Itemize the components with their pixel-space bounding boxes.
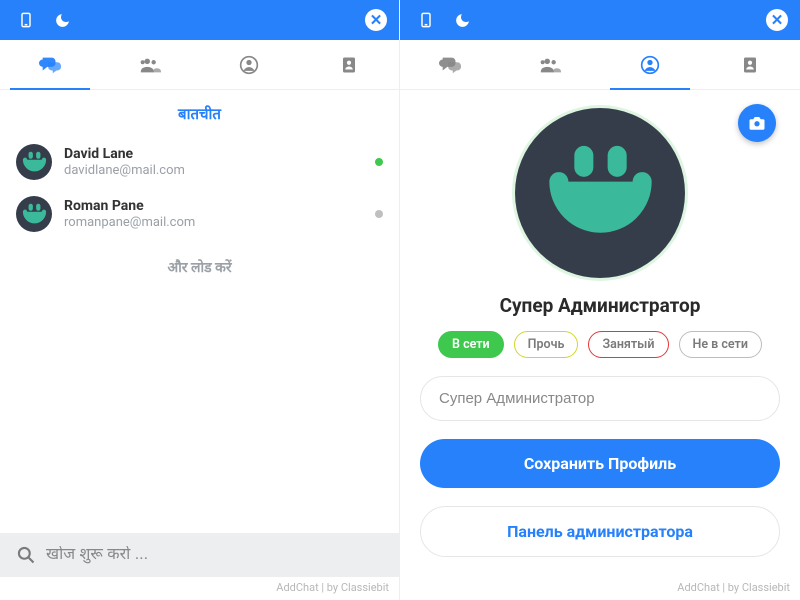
close-icon[interactable]: ✕ — [365, 9, 387, 31]
status-dot — [375, 158, 383, 166]
profile-name: Супер Администратор — [500, 294, 701, 317]
contact-name: Roman Pane — [64, 198, 367, 214]
status-busy[interactable]: Занятый — [588, 331, 668, 358]
contact-name: David Lane — [64, 146, 367, 162]
contacts-tab[interactable] — [299, 40, 399, 89]
groups-tab[interactable] — [100, 40, 200, 89]
moon-icon[interactable] — [448, 6, 476, 34]
moon-icon[interactable] — [48, 6, 76, 34]
profile-content: Супер Администратор В сети Прочь Занятый… — [400, 90, 800, 577]
avatar-large — [515, 108, 685, 278]
avatar — [16, 196, 52, 232]
groups-tab[interactable] — [500, 40, 600, 89]
profile-panel: ✕ Супер Администратор В сети Прочь Занят… — [400, 0, 800, 600]
tab-row — [400, 40, 800, 90]
status-options: В сети Прочь Занятый Не в сети — [438, 331, 762, 358]
load-more-button[interactable]: और लोड करें — [0, 240, 399, 295]
display-name-input[interactable] — [420, 376, 780, 421]
chats-tab[interactable] — [400, 40, 500, 89]
topbar: ✕ — [0, 0, 399, 40]
admin-panel-button[interactable]: Панель администратора — [420, 506, 780, 557]
section-title: बातचीत — [0, 90, 399, 136]
change-avatar-button[interactable] — [738, 104, 776, 142]
tab-row — [0, 40, 399, 90]
conversation-list: बातचीत David Lane davidlane@mail.com Rom… — [0, 90, 399, 600]
status-online[interactable]: В сети — [438, 331, 504, 358]
search-input[interactable] — [46, 546, 383, 564]
footer-credit: AddChat | by Classiebit — [0, 577, 399, 600]
save-profile-button[interactable]: Сохранить Профиль — [420, 439, 780, 488]
contact-email: romanpane@mail.com — [64, 215, 367, 230]
avatar — [16, 144, 52, 180]
contacts-tab[interactable] — [700, 40, 800, 89]
chats-tab[interactable] — [0, 40, 100, 89]
mobile-icon[interactable] — [412, 6, 440, 34]
contact-email: davidlane@mail.com — [64, 163, 367, 178]
close-icon[interactable]: ✕ — [766, 9, 788, 31]
profile-tab[interactable] — [200, 40, 300, 89]
status-away[interactable]: Прочь — [514, 331, 579, 358]
topbar: ✕ — [400, 0, 800, 40]
profile-tab[interactable] — [600, 40, 700, 89]
chat-panel: ✕ बातचीत David Lane davidlane@mail.com — [0, 0, 400, 600]
conversation-item[interactable]: David Lane davidlane@mail.com — [0, 136, 399, 188]
conversation-item[interactable]: Roman Pane romanpane@mail.com — [0, 188, 399, 240]
search-icon — [16, 545, 36, 565]
search-bar — [0, 533, 399, 577]
footer-credit: AddChat | by Classiebit — [400, 577, 800, 600]
mobile-icon[interactable] — [12, 6, 40, 34]
status-dot — [375, 210, 383, 218]
status-offline[interactable]: Не в сети — [679, 331, 762, 358]
camera-icon — [748, 114, 766, 132]
